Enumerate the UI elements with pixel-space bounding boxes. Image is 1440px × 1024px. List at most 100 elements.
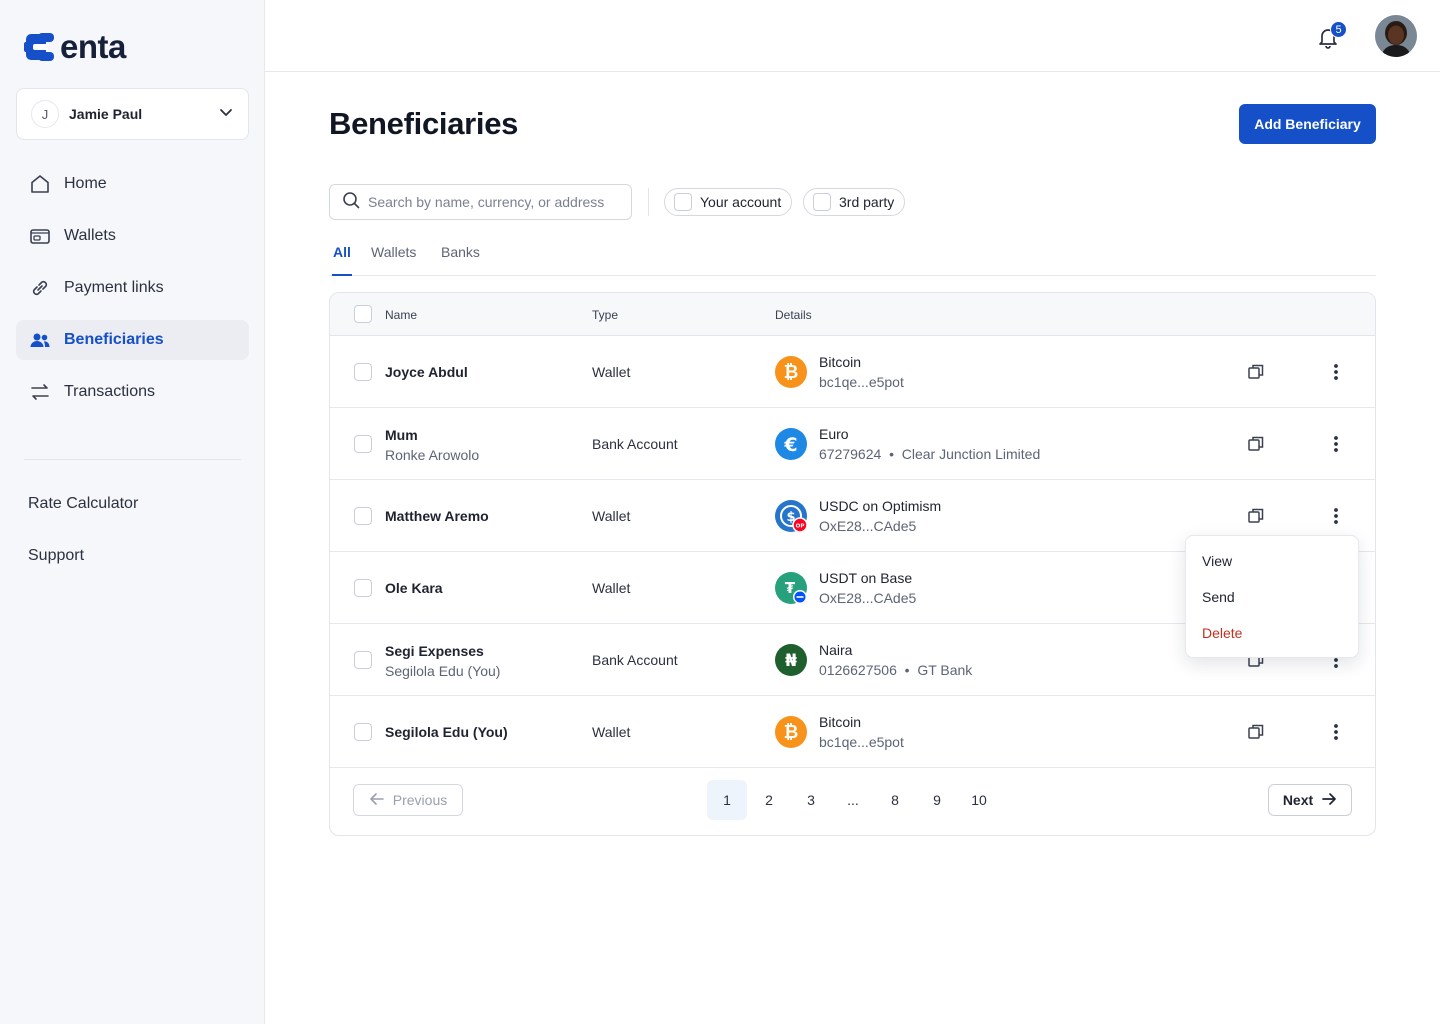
user-avatar[interactable] (1375, 15, 1417, 57)
users-icon (28, 328, 52, 352)
beneficiary-name: Joyce Abdul (385, 364, 468, 380)
nav-label: Wallets (64, 227, 116, 244)
usdc-icon: $ OP (775, 500, 808, 533)
copy-icon[interactable] (1246, 722, 1266, 742)
copy-icon[interactable] (1246, 506, 1266, 526)
menu-item-send[interactable]: Send (1202, 589, 1235, 605)
brand-logo[interactable]: enta (24, 30, 126, 64)
beneficiary-subname: Ronke Arowolo (385, 447, 480, 463)
beneficiary-name: Segilola Edu (You) (385, 724, 508, 740)
nav-item-home[interactable]: Home (16, 164, 249, 204)
nav-label: Payment links (64, 279, 164, 296)
copy-icon[interactable] (1246, 434, 1266, 454)
arrow-right-icon (1321, 791, 1337, 810)
brand-name: enta (60, 27, 126, 65)
asset-detail: OxE28...CAde5 (819, 518, 917, 534)
asset-name: Bitcoin (819, 354, 862, 370)
tab-wallets[interactable]: Wallets (371, 244, 416, 276)
account-switcher[interactable]: J Jamie Paul (16, 88, 249, 140)
row-actions-menu: View Send Delete (1185, 535, 1359, 658)
asset-name: USDC on Optimism (819, 498, 942, 514)
search-box[interactable] (329, 184, 632, 220)
pagination: Previous 1 2 3 ... 8 9 10 Next (330, 768, 1375, 835)
usdt-icon: ₮ (775, 572, 807, 604)
table-row[interactable]: Joyce Abdul Wallet ₿ Bitcoin bc1qe...e5p… (330, 336, 1375, 408)
beneficiary-type: Bank Account (592, 652, 678, 668)
tab-bar: All Wallets Banks (329, 244, 1376, 276)
beneficiary-type: Wallet (592, 364, 631, 380)
next-label: Next (1282, 792, 1314, 808)
page-2[interactable]: 2 (749, 780, 789, 820)
nav-item-transactions[interactable]: Transactions (16, 372, 249, 412)
page-10[interactable]: 10 (959, 780, 999, 820)
row-checkbox[interactable] (354, 651, 372, 669)
filter-label: Your account (700, 194, 782, 210)
svg-text:€: € (783, 434, 797, 456)
page-8[interactable]: 8 (875, 780, 915, 820)
topbar: 5 (265, 0, 1440, 72)
more-vertical-icon[interactable] (1326, 362, 1346, 382)
page-1[interactable]: 1 (707, 780, 747, 820)
asset-name: Euro (819, 426, 849, 442)
beneficiary-name: Matthew Aremo (385, 508, 489, 524)
tab-banks[interactable]: Banks (441, 244, 480, 276)
beneficiary-subname: Segilola Edu (You) (385, 663, 501, 679)
row-checkbox[interactable] (354, 507, 372, 525)
copy-icon[interactable] (1246, 362, 1266, 382)
account-avatar: J (31, 100, 59, 128)
filter-divider (648, 188, 649, 216)
nav-item-payment-links[interactable]: Payment links (16, 268, 249, 308)
menu-item-view[interactable]: View (1202, 553, 1232, 569)
arrows-icon (28, 380, 52, 404)
account-name: Jamie Paul (69, 106, 143, 122)
filter-your-account[interactable]: Your account (664, 188, 793, 216)
beneficiary-type: Wallet (592, 724, 631, 740)
tab-all[interactable]: All (332, 244, 352, 276)
row-checkbox[interactable] (354, 435, 372, 453)
page-ellipsis: ... (847, 792, 859, 808)
page-9[interactable]: 9 (917, 780, 957, 820)
table-row[interactable]: Segilola Edu (You) Wallet ₿ Bitcoin bc1q… (330, 696, 1375, 768)
main-nav: Home Wallets Payment links Beneficiaries… (16, 164, 249, 424)
previous-label: Previous (392, 792, 448, 808)
naira-icon: ₦ (775, 644, 807, 676)
filter-checkbox[interactable] (674, 193, 692, 211)
search-input[interactable] (368, 194, 618, 210)
rate-calculator-link[interactable]: Rate Calculator (28, 495, 138, 513)
menu-item-delete[interactable]: Delete (1202, 625, 1242, 641)
search-icon (342, 191, 360, 214)
select-all-checkbox[interactable] (354, 305, 372, 323)
page-title: Beneficiaries (329, 106, 519, 141)
nav-item-beneficiaries[interactable]: Beneficiaries (16, 320, 249, 360)
table-row[interactable]: Mum Ronke Arowolo Bank Account € Euro 67… (330, 408, 1375, 480)
nav-label: Beneficiaries (64, 331, 164, 348)
asset-detail: 0126627506 • GT Bank (819, 662, 973, 678)
link-icon (28, 276, 52, 300)
previous-button[interactable]: Previous (353, 784, 463, 816)
filter-checkbox[interactable] (813, 193, 831, 211)
add-beneficiary-button[interactable]: Add Beneficiary (1239, 104, 1376, 144)
next-button[interactable]: Next (1268, 784, 1352, 816)
row-checkbox[interactable] (354, 579, 372, 597)
asset-detail: OxE28...CAde5 (819, 590, 917, 606)
row-checkbox[interactable] (354, 723, 372, 741)
beneficiary-name: Segi Expenses (385, 643, 484, 659)
nav-item-wallets[interactable]: Wallets (16, 216, 249, 256)
more-vertical-icon[interactable] (1326, 506, 1346, 526)
header-type: Type (592, 308, 619, 322)
sidebar: enta J Jamie Paul Home Wallets Payment l… (0, 0, 265, 1024)
chevron-down-icon (218, 104, 234, 125)
more-vertical-icon[interactable] (1326, 434, 1346, 454)
wallet-icon (28, 224, 52, 248)
euro-icon: € (775, 428, 807, 460)
asset-name: USDT on Base (819, 570, 913, 586)
more-vertical-icon[interactable] (1326, 722, 1346, 742)
home-icon (28, 172, 52, 196)
page-3[interactable]: 3 (791, 780, 831, 820)
filter-3rd-party[interactable]: 3rd party (803, 188, 906, 216)
svg-text:₿: ₿ (784, 722, 799, 743)
support-link[interactable]: Support (28, 547, 84, 565)
asset-name: Bitcoin (819, 714, 862, 730)
asset-detail: bc1qe...e5pot (819, 734, 904, 750)
row-checkbox[interactable] (354, 363, 372, 381)
